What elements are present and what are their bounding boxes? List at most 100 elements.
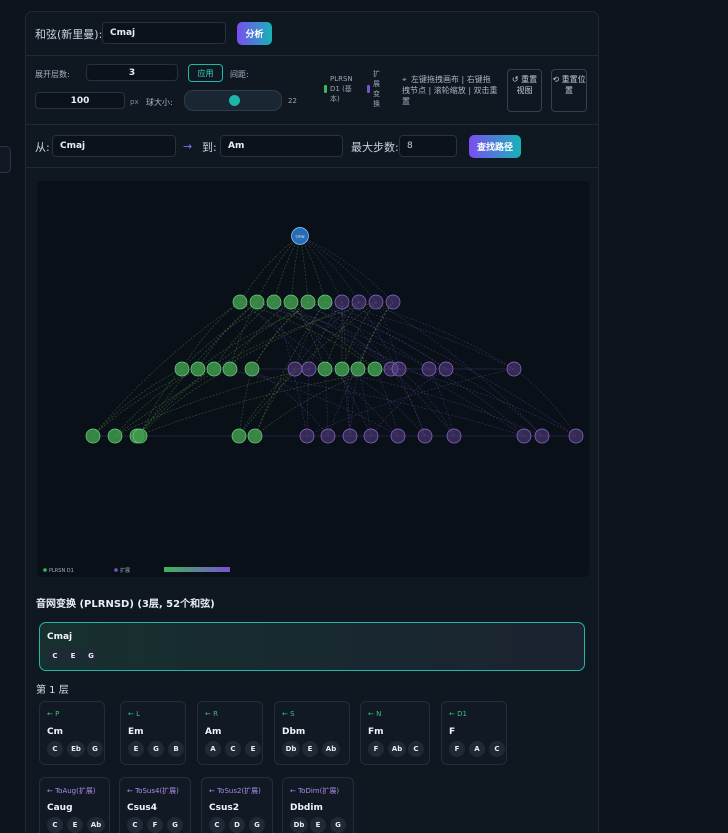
graph-edge	[324, 368, 329, 437]
graph-node[interactable]	[300, 294, 316, 310]
transform-source: ← ToAug(扩展)	[47, 787, 96, 795]
graph-node[interactable]	[363, 428, 379, 444]
transform-card-em[interactable]: ← L Em E G B	[120, 701, 186, 765]
graph-node[interactable]	[317, 361, 333, 377]
transform-card-cm[interactable]: ← P Cm C Eb G	[39, 701, 105, 765]
graph-edge	[213, 368, 525, 437]
chord-label: 和弦(新里曼):	[35, 28, 103, 41]
ball-size-slider[interactable]	[184, 90, 282, 111]
graph-edge	[398, 368, 577, 437]
graph-node[interactable]	[299, 428, 315, 444]
reset-position-button[interactable]: ⟲ 重置位置	[551, 69, 587, 112]
note-pill: D	[229, 817, 245, 833]
graph-node[interactable]	[350, 361, 366, 377]
transform-card-csus4[interactable]: ← ToSus4(扩展) Csus4 C F G	[119, 777, 191, 833]
graph-node[interactable]	[534, 428, 550, 444]
transform-card-f[interactable]: ← D1 F F A C	[441, 701, 507, 765]
graph-edge	[114, 368, 199, 437]
note-pill: G	[83, 648, 99, 664]
legend-basic-label: PLRSN D1	[49, 568, 74, 574]
graph-node[interactable]	[231, 428, 247, 444]
slider-knob[interactable]	[228, 95, 240, 106]
reset-view-button[interactable]: ↺ 重置视图	[507, 69, 542, 112]
note-pill: C	[489, 741, 505, 757]
graph-edge	[254, 368, 376, 437]
apply-button[interactable]: 应用	[188, 64, 223, 82]
transform-source: ← L	[128, 710, 140, 718]
graph-node[interactable]	[385, 294, 401, 310]
graph-node[interactable]	[247, 428, 263, 444]
graph-node[interactable]	[249, 294, 265, 310]
note-pill: E	[65, 648, 81, 664]
graph-node[interactable]	[283, 294, 299, 310]
graph-node[interactable]	[85, 428, 101, 444]
transform-card-dbm[interactable]: ← S Dbm Db E Ab	[274, 701, 350, 765]
max-steps-input[interactable]: 8	[399, 135, 457, 157]
note-pill: Eb	[67, 741, 85, 757]
legend-basic-text: PLRSN D1 (基本)	[330, 75, 353, 103]
note-pill: G	[148, 741, 164, 757]
graph-edge	[290, 301, 430, 370]
graph-node[interactable]	[367, 361, 383, 377]
ball-size-label: 球大小:	[146, 98, 173, 107]
graph-node[interactable]	[206, 361, 222, 377]
graph-node[interactable]	[334, 361, 350, 377]
graph-node[interactable]	[301, 361, 317, 377]
graph-node[interactable]	[266, 294, 282, 310]
side-drawer-tab[interactable]	[0, 146, 11, 173]
graph-svg[interactable]: Cmaj PLRSN D1 扩展	[37, 181, 589, 577]
graph-node[interactable]	[368, 294, 384, 310]
graph-node[interactable]	[174, 361, 190, 377]
graph-node[interactable]	[287, 361, 303, 377]
transform-card-dbdim[interactable]: ← ToDim(扩展) Dbdim Db E G	[282, 777, 354, 833]
graph-node[interactable]	[390, 428, 406, 444]
graph-edge	[513, 368, 577, 437]
path-arrow-icon: →	[183, 140, 193, 153]
graph-node[interactable]	[320, 428, 336, 444]
graph-node[interactable]	[334, 294, 350, 310]
graph-node[interactable]	[417, 428, 433, 444]
depth-input[interactable]: 3	[86, 64, 178, 81]
transform-card-caug[interactable]: ← ToAug(扩展) Caug C E Ab	[39, 777, 110, 833]
graph-edge	[238, 368, 253, 437]
depth-label: 展开层数:	[35, 70, 70, 79]
note-pill: C	[127, 817, 143, 833]
graph-node[interactable]	[446, 428, 462, 444]
graph-edge	[308, 301, 343, 370]
transform-card-csus2[interactable]: ← ToSus2(扩展) Csus2 C D G	[201, 777, 273, 833]
graph-node[interactable]	[222, 361, 238, 377]
from-input[interactable]: Cmaj	[52, 135, 176, 157]
graph-node[interactable]	[438, 361, 454, 377]
chord-input[interactable]: Cmaj	[102, 22, 226, 44]
note-pill: B	[168, 741, 184, 757]
graph-node[interactable]	[568, 428, 584, 444]
chord-network-graph[interactable]: Cmaj PLRSN D1 扩展	[37, 181, 589, 577]
graph-edge	[238, 368, 296, 437]
graph-edge	[324, 301, 515, 370]
note-pill: Ab	[87, 817, 105, 833]
graph-node[interactable]	[506, 361, 522, 377]
graph-node[interactable]	[244, 361, 260, 377]
graph-node[interactable]	[351, 294, 367, 310]
graph-node[interactable]	[190, 361, 206, 377]
transform-card-am[interactable]: ← R Am A C E	[197, 701, 263, 765]
graph-node[interactable]	[107, 428, 123, 444]
network-title: 音网变换 (PLRNSD) (3层, 52个和弦)	[36, 599, 215, 610]
note-pill: G	[249, 817, 265, 833]
graph-node[interactable]	[516, 428, 532, 444]
to-input[interactable]: Am	[220, 135, 343, 157]
graph-node[interactable]	[232, 294, 248, 310]
graph-node[interactable]	[391, 361, 407, 377]
find-path-button[interactable]: 查找路径	[469, 135, 521, 158]
graph-node[interactable]	[132, 428, 148, 444]
selected-chord-card[interactable]: Cmaj CEG	[39, 622, 585, 671]
graph-node[interactable]	[317, 294, 333, 310]
transform-chord-name: Em	[128, 727, 144, 737]
note-pill: E	[128, 741, 144, 757]
analyze-button[interactable]: 分析	[237, 22, 272, 45]
transform-card-fm[interactable]: ← N Fm F Ab C	[360, 701, 430, 765]
spacing-input[interactable]: 100	[35, 92, 125, 109]
graph-node[interactable]	[342, 428, 358, 444]
to-label: 到:	[202, 141, 217, 154]
graph-node[interactable]	[421, 361, 437, 377]
